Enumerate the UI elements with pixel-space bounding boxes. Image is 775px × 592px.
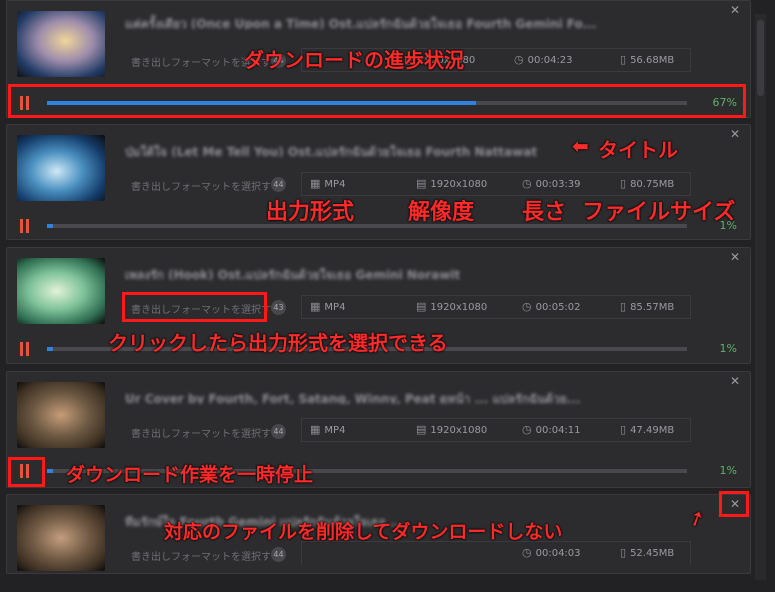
annotation-pause: ダウンロード作業を一時停止 xyxy=(66,464,314,486)
size-value: 56.68MB xyxy=(630,55,675,66)
file-icon: ▯ xyxy=(620,177,627,190)
format-cell: ▦ MP4 xyxy=(310,419,345,441)
pause-icon[interactable] xyxy=(19,342,31,356)
file-icon: ▯ xyxy=(620,300,627,313)
video-thumbnail xyxy=(17,11,105,77)
duration-value: 00:04:11 xyxy=(535,425,581,436)
clock-icon: ◷ xyxy=(522,177,532,190)
scrollbar[interactable] xyxy=(755,14,766,580)
close-icon[interactable]: ✕ xyxy=(728,250,742,264)
format-value: MP4 xyxy=(324,302,346,313)
size-value: 52.45MB xyxy=(630,548,675,559)
video-info-bar: ◷ 00:04:03 ▯ 52.45MB xyxy=(301,541,691,565)
size-cell: ▯ 80.75MB xyxy=(620,173,674,195)
resolution-value: 1920x1080 xyxy=(430,425,488,436)
highlight-pause-button xyxy=(8,457,45,487)
duration-cell: ◷ 00:03:39 xyxy=(522,173,581,195)
format-select-prompt[interactable]: 書き出しフォーマットを選択する xyxy=(131,548,281,563)
size-value: 47.49MB xyxy=(630,425,675,436)
resolution-cell: ▤ 1920x1080 xyxy=(416,296,487,318)
video-title: ปุ่มใต้ใจ (Let Me Tell You) Ost.แปลรักฉั… xyxy=(125,145,538,157)
resolution-value: 1920x1080 xyxy=(430,302,488,313)
duration-cell: ◷ 00:04:23 xyxy=(514,49,573,71)
progress-fill xyxy=(47,224,54,228)
file-icon: ▯ xyxy=(620,546,627,559)
resolution-cell: ▤ 1920x1080 xyxy=(416,419,487,441)
clock-icon: ◷ xyxy=(514,53,524,66)
film-icon: ▦ xyxy=(310,300,321,313)
format-select-prompt[interactable]: 書き出しフォーマットを選択する xyxy=(131,178,281,193)
highlight-format-prompt xyxy=(122,292,267,322)
annotation-delete: 対応のファイルを削除してダウンロードしない xyxy=(164,521,563,543)
highlight-close-button xyxy=(719,491,749,517)
progress-fill xyxy=(47,347,54,351)
duration-value: 00:04:03 xyxy=(535,548,581,559)
annotation-title-arrow: ⬅ xyxy=(572,134,589,158)
annotation-length: 長さ xyxy=(522,200,567,225)
format-count-badge: 44 xyxy=(271,177,286,192)
annotation-output-format: 出力形式 xyxy=(266,200,355,225)
video-thumbnail xyxy=(17,135,105,201)
video-title: แค่ครั้งเดียว (Once Upon a Time) Ost.แปล… xyxy=(125,17,597,29)
video-info-bar: ▦ MP4 ▤ 1920x1080 ◷ 00:04:11 ▯ 47.49MB xyxy=(301,418,691,442)
format-select-prompt[interactable]: 書き出しフォーマットを選択する xyxy=(131,425,281,440)
resolution-cell: ▤ 1920x1080 xyxy=(416,173,487,195)
size-value: 85.57MB xyxy=(630,302,675,313)
clock-icon: ◷ xyxy=(522,423,532,436)
annotation-file-size: ファイルサイズ xyxy=(582,200,736,225)
duration-cell: ◷ 00:04:11 xyxy=(522,419,581,441)
video-thumbnail xyxy=(17,258,105,324)
format-count-badge: 44 xyxy=(271,424,286,439)
format-cell: ▦ MP4 xyxy=(310,296,345,318)
film-icon: ▦ xyxy=(310,177,321,190)
format-count-badge: 44 xyxy=(271,547,286,562)
highlight-progress-row xyxy=(8,84,746,118)
progress-percent: 1% xyxy=(719,464,737,477)
film-icon: ▦ xyxy=(310,423,321,436)
annotation-progress: ダウンロードの進歩状況 xyxy=(244,48,464,72)
annotation-resolution: 解像度 xyxy=(408,200,475,225)
close-icon[interactable]: ✕ xyxy=(728,374,742,388)
size-cell: ▯ 85.57MB xyxy=(620,296,674,318)
format-cell: ▦ MP4 xyxy=(310,173,345,195)
video-title: เพลงรัก (Hook) Ost.แปลรักฉันด้วยใจเธอ Ge… xyxy=(125,268,461,280)
duration-value: 00:03:39 xyxy=(535,179,581,190)
size-cell: ▯ 56.68MB xyxy=(620,49,674,71)
format-value: MP4 xyxy=(324,179,346,190)
video-thumbnail xyxy=(17,505,105,571)
close-icon[interactable]: ✕ xyxy=(728,3,742,17)
scrollbar-thumb[interactable] xyxy=(757,20,764,96)
video-thumbnail xyxy=(17,382,105,448)
video-title: Ur Cover by Fourth, Fort, Satang, Winny,… xyxy=(125,392,581,404)
size-cell: ▯ 47.49MB xyxy=(620,419,674,441)
format-count-badge: 43 xyxy=(271,300,286,315)
file-icon: ▯ xyxy=(620,53,627,66)
progress-fill xyxy=(47,469,54,473)
annotation-click-format: クリックしたら出力形式を選択できる xyxy=(108,331,448,355)
resolution-value: 1920x1080 xyxy=(430,179,488,190)
duration-value: 00:04:23 xyxy=(527,55,573,66)
video-info-bar: ▦ MP4 ▤ 1920x1080 ◷ 00:03:39 ▯ 80.75MB xyxy=(301,172,691,196)
duration-cell: ◷ 00:05:02 xyxy=(522,296,581,318)
resolution-icon: ▤ xyxy=(416,300,427,313)
clock-icon: ◷ xyxy=(522,300,532,313)
size-cell: ▯ 52.45MB xyxy=(620,542,674,564)
close-icon[interactable]: ✕ xyxy=(728,127,742,141)
resolution-icon: ▤ xyxy=(416,423,427,436)
pause-icon[interactable] xyxy=(19,219,31,233)
annotation-title: タイトル xyxy=(598,138,678,162)
duration-cell: ◷ 00:04:03 xyxy=(522,542,581,564)
file-icon: ▯ xyxy=(620,423,627,436)
size-value: 80.75MB xyxy=(630,179,675,190)
duration-value: 00:05:02 xyxy=(535,302,581,313)
format-value: MP4 xyxy=(324,425,346,436)
clock-icon: ◷ xyxy=(522,546,532,559)
resolution-icon: ▤ xyxy=(416,177,427,190)
video-info-bar: ▦ MP4 ▤ 1920x1080 ◷ 00:05:02 ▯ 85.57MB xyxy=(301,295,691,319)
progress-percent: 1% xyxy=(719,342,737,355)
